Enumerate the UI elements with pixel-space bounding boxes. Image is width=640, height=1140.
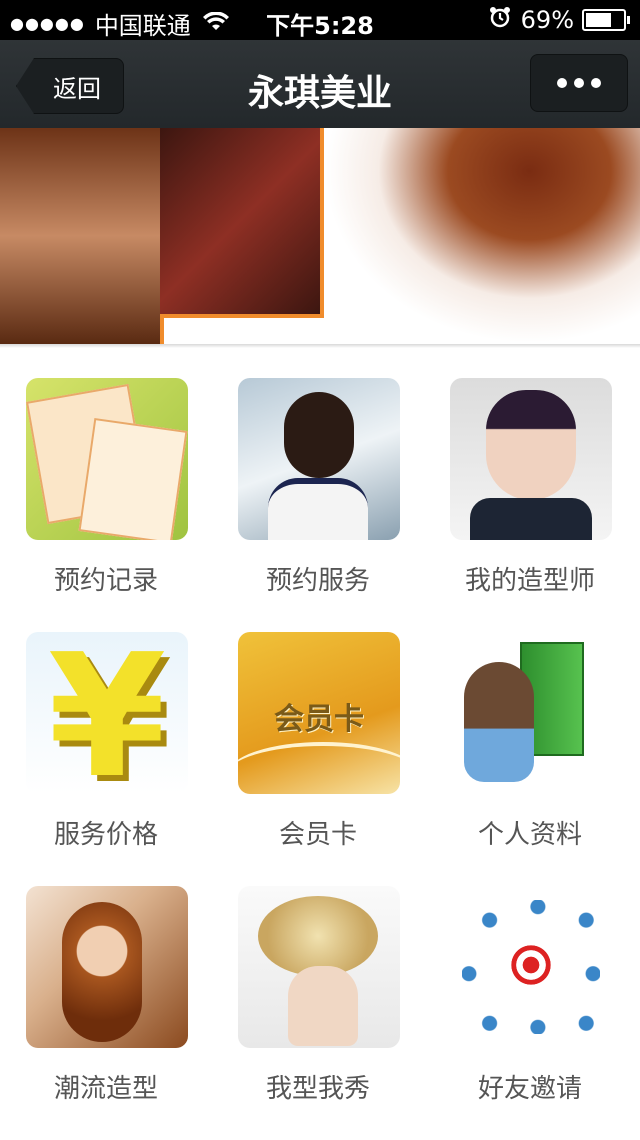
trend-hairstyle-photo-icon[interactable]: [26, 886, 188, 1048]
menu-item-invite-friends[interactable]: 好友邀请: [424, 886, 636, 1140]
menu-item-label[interactable]: 服务价格: [0, 814, 212, 851]
menu-item-label[interactable]: 好友邀请: [424, 1068, 636, 1105]
menu-item-trend-styles[interactable]: 潮流造型: [0, 886, 212, 1140]
banner-photo-woman-bangs: [0, 128, 164, 344]
menu-item-membership-card[interactable]: 会员卡 会员卡: [212, 632, 424, 886]
yuan-price-icon[interactable]: [26, 632, 188, 794]
card-image-text: 会员卡: [274, 702, 364, 737]
menu-item-service-price[interactable]: 服务价格: [0, 632, 212, 886]
menu-item-label[interactable]: 预约记录: [0, 560, 212, 597]
hair-banner-image[interactable]: [0, 128, 640, 344]
menu-item-label[interactable]: 我的造型师: [424, 560, 636, 597]
menu-item-my-style-show[interactable]: 我型我秀: [212, 886, 424, 1140]
battery-percent: 69%: [520, 6, 574, 34]
battery-icon: [582, 9, 630, 31]
more-dots-icon: [557, 78, 567, 88]
banner-photo-bob-haircut: [324, 128, 640, 344]
network-target-icon[interactable]: [450, 886, 612, 1048]
menu-item-label[interactable]: 会员卡: [212, 814, 424, 851]
divider: [0, 344, 640, 348]
hairstyle-show-photo-icon[interactable]: [238, 886, 400, 1048]
alarm-icon: [489, 6, 511, 34]
appointment-records-icon[interactable]: [26, 378, 188, 540]
stylist-photo-icon[interactable]: [450, 378, 612, 540]
menu-item-label[interactable]: 潮流造型: [0, 1068, 212, 1105]
banner-photo-woman-profile: [160, 128, 324, 318]
menu-item-book-service[interactable]: 预约服务: [212, 378, 424, 632]
menu-item-profile[interactable]: 个人资料: [424, 632, 636, 886]
battery-level: [586, 13, 611, 27]
customer-service-icon[interactable]: [238, 378, 400, 540]
menu-item-appointment-records[interactable]: 预约记录: [0, 378, 212, 632]
user-profile-book-icon[interactable]: [450, 632, 612, 794]
navigation-bar: 返回 永琪美业: [0, 40, 640, 128]
menu-item-label[interactable]: 预约服务: [212, 560, 424, 597]
menu-item-label[interactable]: 个人资料: [424, 814, 636, 851]
menu-item-label[interactable]: 我型我秀: [212, 1068, 424, 1105]
membership-card-icon[interactable]: 会员卡: [238, 632, 400, 794]
status-bar: ●●●●● 中国联通 下午5:28 69%: [0, 0, 640, 40]
more-options-button[interactable]: [530, 54, 628, 112]
menu-item-my-stylist[interactable]: 我的造型师: [424, 378, 636, 632]
